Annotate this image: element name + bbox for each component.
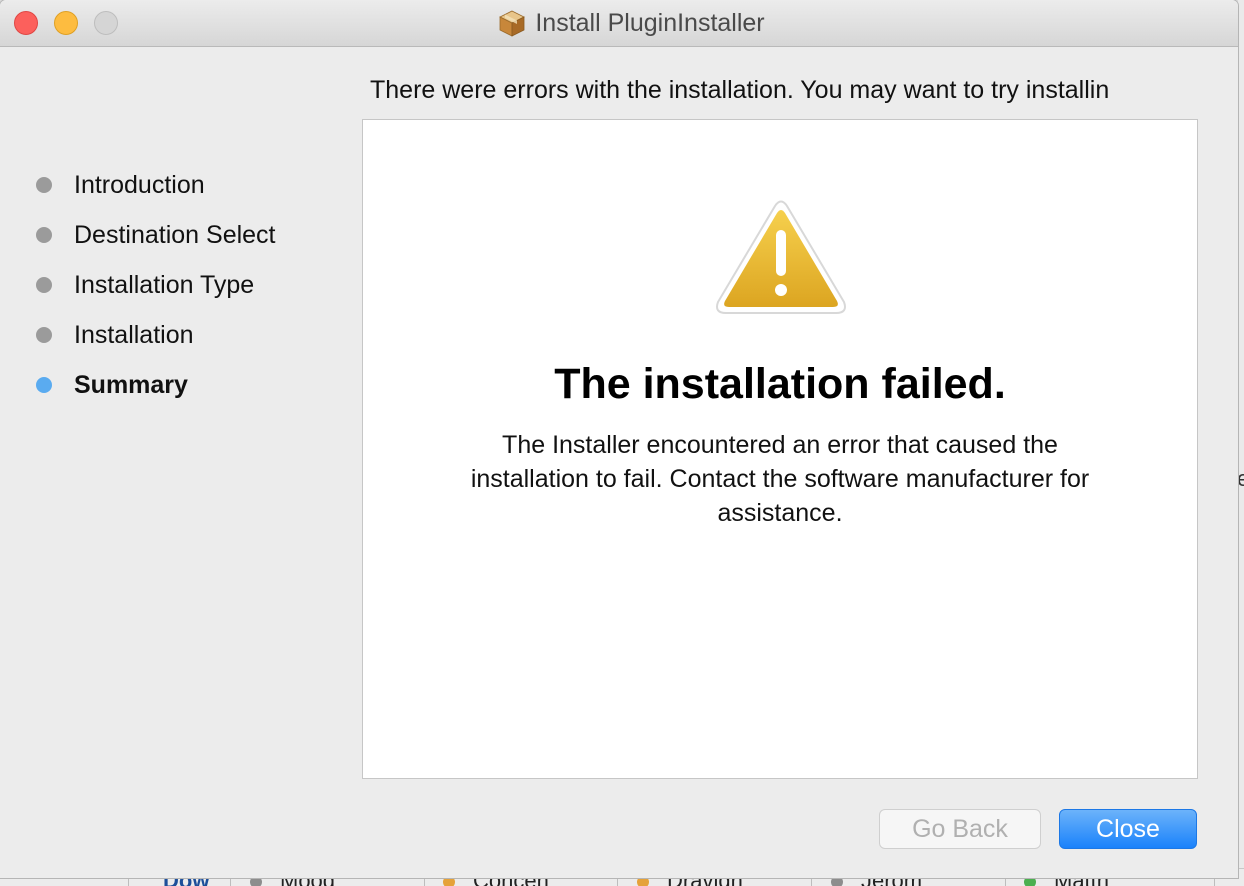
- installer-window: Install PluginInstaller Introduction Des…: [0, 0, 1238, 878]
- step-dot-icon: [36, 327, 52, 343]
- content-panel: The installation failed. The Installer e…: [362, 119, 1198, 779]
- background-window-edge: [1238, 0, 1244, 886]
- step-installation-type: Installation Type: [36, 260, 336, 310]
- step-dot-icon: [36, 277, 52, 293]
- window-title-group: Install PluginInstaller: [0, 0, 1238, 46]
- step-label: Summary: [74, 370, 188, 399]
- step-label: Introduction: [74, 170, 205, 199]
- step-destination-select: Destination Select: [36, 210, 336, 260]
- status-message: There were errors with the installation.…: [370, 76, 1110, 104]
- step-label: Installation Type: [74, 270, 255, 299]
- package-icon: [499, 10, 526, 37]
- step-dot-icon: [36, 177, 52, 193]
- step-introduction: Introduction: [36, 160, 336, 210]
- step-summary: Summary: [36, 360, 336, 410]
- title-bar[interactable]: Install PluginInstaller: [0, 0, 1238, 47]
- step-label: Destination Select: [74, 220, 276, 249]
- step-dot-active-icon: [36, 377, 52, 393]
- step-dot-icon: [36, 227, 52, 243]
- warning-icon: [716, 200, 846, 314]
- window-title: Install PluginInstaller: [535, 8, 765, 37]
- step-installation: Installation: [36, 310, 336, 360]
- go-back-button[interactable]: Go Back: [879, 809, 1041, 849]
- result-title: The installation failed.: [554, 360, 1006, 408]
- background-text-fragment: e: [1237, 466, 1244, 491]
- result-description: The Installer encountered an error that …: [470, 431, 1090, 527]
- close-button[interactable]: Close: [1059, 809, 1197, 849]
- step-label: Installation: [74, 320, 194, 349]
- step-list: Introduction Destination Select Installa…: [36, 160, 336, 410]
